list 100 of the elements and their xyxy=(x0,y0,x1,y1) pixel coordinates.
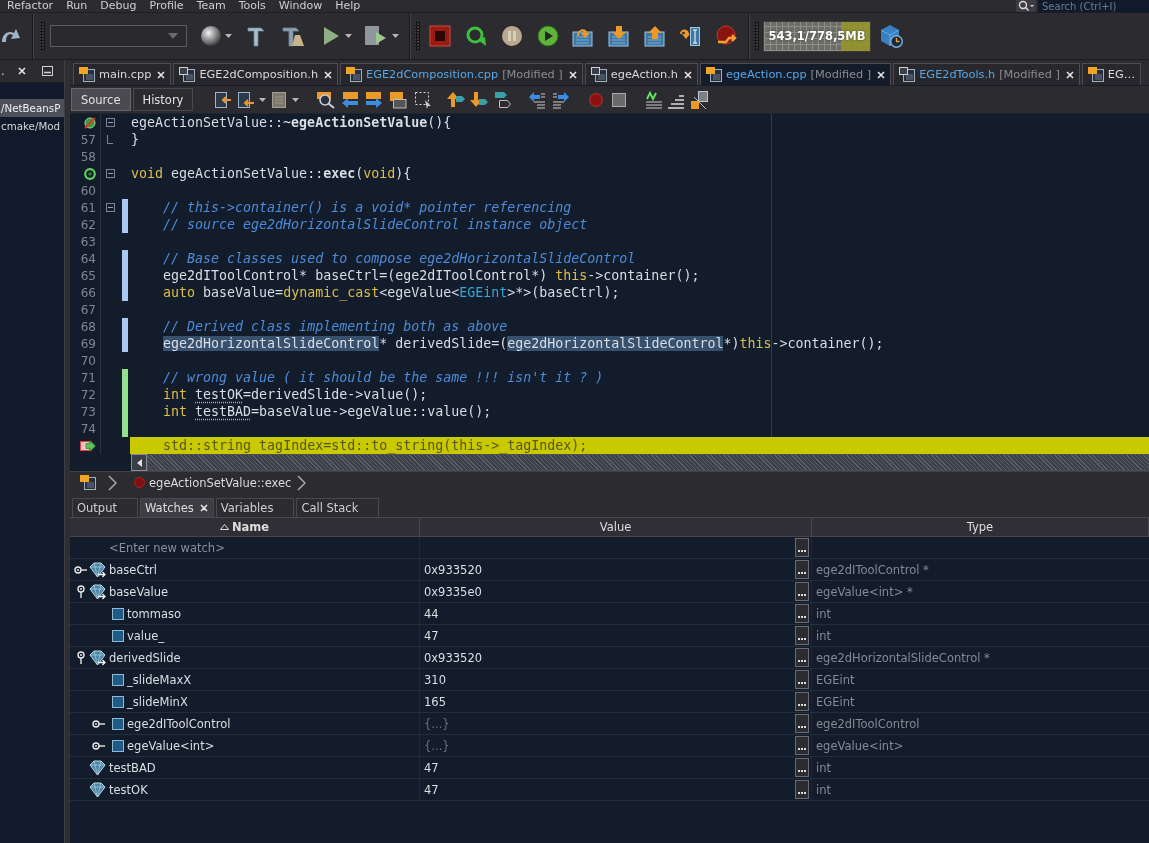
search-field[interactable]: Search (Ctrl+I) xyxy=(1038,0,1149,12)
panel-tab[interactable]: Output xyxy=(72,498,138,517)
tree-item[interactable]: /NetBeansP xyxy=(0,99,64,117)
minimize-icon[interactable] xyxy=(41,66,53,76)
file-tab[interactable]: EGE2dComposition.cpp [Modified ] xyxy=(340,63,583,85)
close-icon[interactable] xyxy=(324,70,333,79)
page-arrow-icon[interactable] xyxy=(237,90,256,109)
expand-handle-icon[interactable] xyxy=(76,650,86,665)
breadcrumb-item[interactable]: egeActionSetValue::exec xyxy=(149,475,292,490)
caret-icon[interactable] xyxy=(225,34,232,38)
hammer-broom-icon[interactable] xyxy=(281,25,305,47)
panel-tab[interactable]: Watches xyxy=(139,498,214,517)
scroll-left-button[interactable] xyxy=(131,454,147,471)
fold-icon[interactable] xyxy=(105,203,115,212)
close-icon[interactable] xyxy=(568,70,577,79)
hammer-icon[interactable] xyxy=(246,25,266,47)
play-icon[interactable] xyxy=(321,25,341,47)
menu-item[interactable]: Tools xyxy=(238,0,266,12)
menu-item[interactable]: Profile xyxy=(149,0,184,12)
menu-item[interactable]: Debug xyxy=(100,0,137,12)
close-icon[interactable] xyxy=(199,504,208,512)
fold-icon[interactable] xyxy=(105,169,115,178)
close-icon[interactable] xyxy=(684,70,692,79)
expand-handle-icon[interactable] xyxy=(92,718,106,729)
column-header[interactable]: Value xyxy=(420,518,812,536)
more-button[interactable] xyxy=(795,670,809,689)
pause-icon[interactable] xyxy=(501,25,523,47)
down-arrow-icon[interactable] xyxy=(470,90,489,109)
caret-icon[interactable] xyxy=(292,97,300,102)
more-button[interactable] xyxy=(795,538,809,557)
two-squares-icon[interactable] xyxy=(691,90,710,109)
close-icon[interactable] xyxy=(157,70,166,79)
more-button[interactable] xyxy=(795,780,809,799)
play-circle-icon[interactable] xyxy=(537,25,559,47)
more-button[interactable] xyxy=(795,604,809,623)
toolbar-grip[interactable] xyxy=(40,21,45,51)
page-down-arrow-icon[interactable] xyxy=(608,25,630,47)
square-icon[interactable] xyxy=(612,92,627,107)
caret-icon[interactable] xyxy=(392,34,399,38)
toolbar-grip[interactable] xyxy=(754,21,759,51)
wave-lines-icon[interactable] xyxy=(645,90,664,109)
caret-icon[interactable] xyxy=(345,34,352,38)
close-icon[interactable] xyxy=(1065,70,1074,79)
search-icon[interactable] xyxy=(1016,0,1036,12)
search-icon[interactable] xyxy=(317,90,336,109)
stop-icon[interactable] xyxy=(429,25,451,47)
caret-icon[interactable] xyxy=(259,97,267,102)
file-tab[interactable]: egeAction.cpp [Modified ] xyxy=(700,63,892,85)
page-icon[interactable] xyxy=(270,90,289,109)
more-button[interactable] xyxy=(795,736,809,755)
menu-item[interactable]: Refactor xyxy=(7,0,54,12)
more-button[interactable] xyxy=(795,560,809,579)
chevron-icon[interactable] xyxy=(108,474,117,491)
toolbar-grip[interactable] xyxy=(415,21,420,51)
expand-handle-icon[interactable] xyxy=(92,740,106,751)
page-play-icon[interactable] xyxy=(364,25,388,47)
expand-handle-icon[interactable] xyxy=(76,584,86,599)
more-button[interactable] xyxy=(795,692,809,711)
expand-handle-icon[interactable] xyxy=(74,564,88,575)
page-arrow-icon[interactable] xyxy=(214,90,233,109)
dashed-selection-icon[interactable] xyxy=(414,90,433,109)
left-arrow-icon[interactable] xyxy=(341,90,360,109)
file-tab[interactable]: EG… xyxy=(1081,63,1142,85)
panel-tab[interactable]: Variables xyxy=(215,498,295,517)
new-watch-field[interactable]: <Enter new watch> xyxy=(109,537,419,558)
tree-item[interactable]: cmake/Mod xyxy=(0,117,64,135)
menu-item[interactable]: Team xyxy=(196,0,226,12)
file-tab[interactable]: EGE2dTools.h [Modified ] xyxy=(893,63,1080,85)
menu-item[interactable]: Help xyxy=(335,0,361,12)
column-header[interactable]: Type xyxy=(812,518,1149,536)
more-button[interactable] xyxy=(795,582,809,601)
menu-item[interactable]: Run xyxy=(66,0,88,12)
indent-right-icon[interactable] xyxy=(552,90,571,109)
more-button[interactable] xyxy=(795,714,809,733)
arrow-text-cursor-icon[interactable] xyxy=(679,25,701,47)
more-button[interactable] xyxy=(795,648,809,667)
column-header[interactable]: Name xyxy=(70,518,420,536)
close-icon[interactable] xyxy=(877,70,886,79)
tag-boxes-icon[interactable] xyxy=(494,90,513,109)
indent-left-icon[interactable] xyxy=(528,90,547,109)
view-tab[interactable]: History xyxy=(132,88,194,111)
more-button[interactable] xyxy=(795,626,809,645)
file-tab[interactable]: EGE2dComposition.h xyxy=(173,63,339,85)
code-file-icon[interactable] xyxy=(80,475,96,490)
horizontal-scrollbar[interactable] xyxy=(147,454,1149,471)
file-tab[interactable]: egeAction.h xyxy=(584,63,698,85)
chevron-icon[interactable] xyxy=(297,474,307,491)
more-button[interactable] xyxy=(795,758,809,777)
cube-clock-icon[interactable] xyxy=(879,24,903,48)
right-arrow-icon[interactable] xyxy=(365,90,384,109)
file-tab[interactable]: main.cpp xyxy=(73,63,172,85)
close-icon[interactable] xyxy=(17,67,26,75)
fold-icon[interactable] xyxy=(105,118,115,127)
page-up-arrow-icon[interactable] xyxy=(644,25,666,47)
panel-tab[interactable]: Call Stack xyxy=(296,498,380,517)
sphere-icon[interactable] xyxy=(200,25,222,47)
menu-item[interactable]: Window xyxy=(278,0,323,12)
stacked-boxes-icon[interactable] xyxy=(389,90,408,109)
up-arrow-icon[interactable] xyxy=(447,90,466,109)
disc-arrows-icon[interactable] xyxy=(715,25,739,47)
